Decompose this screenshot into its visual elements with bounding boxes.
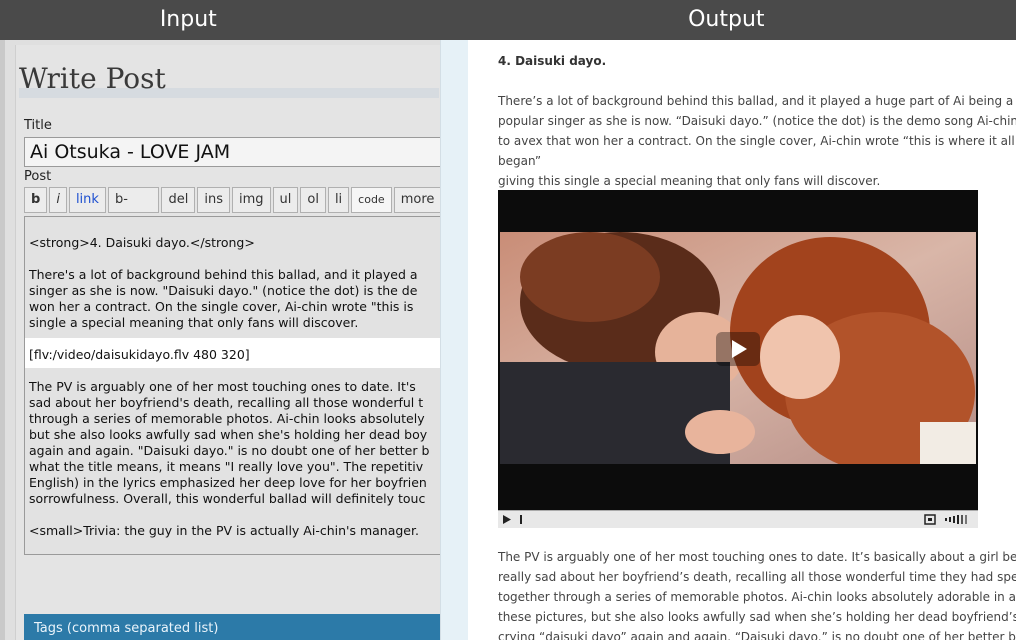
ul-button[interactable]: ul: [272, 187, 299, 213]
output-label: Output: [688, 7, 765, 32]
img-button[interactable]: img: [231, 187, 271, 213]
tags-section-header[interactable]: Tags (comma separated list): [24, 614, 440, 640]
editor-pane: Write Post Title Ai Otsuka - LOVE JAM Po…: [0, 40, 440, 640]
post-heading: 4. Daisuki dayo.: [498, 54, 607, 68]
paragraph-line: together through a series of memorable p…: [498, 590, 1016, 604]
format-toolbar: b i link b-quote del ins img ul ol li co…: [24, 187, 440, 231]
paragraph-line: popular singer as she is now. “Daisuki d…: [498, 114, 1016, 128]
paragraph-2: The PV is arguably one of her most touch…: [498, 547, 1016, 640]
ins-button[interactable]: ins: [197, 187, 230, 213]
italic-button[interactable]: i: [49, 187, 67, 213]
content-line: through a series of memorable photos. Ai…: [29, 411, 425, 426]
content-line: sad about her boyfriend's death, recalli…: [29, 395, 424, 410]
content-line: singer as she is now. "Daisuki dayo." (n…: [29, 283, 418, 298]
fullscreen-icon[interactable]: [924, 514, 936, 525]
content-line: again and again. "Daisuki dayo." is no d…: [29, 443, 430, 458]
input-label: Input: [159, 7, 217, 32]
more-button[interactable]: more: [393, 187, 440, 213]
video-controls: [498, 510, 978, 528]
post-content-textarea[interactable]: <strong>4. Daisuki dayo.</strong> There'…: [24, 216, 440, 555]
content-line: sorrowfulness. Overall, this wonderful b…: [29, 491, 426, 506]
post-label: Post: [24, 169, 52, 184]
paragraph-line: these pictures, but she also looks awful…: [498, 610, 1016, 624]
paragraph-line: The PV is arguably one of her most touch…: [498, 550, 1016, 564]
del-button[interactable]: del: [161, 187, 196, 213]
volume-icon[interactable]: [944, 514, 972, 525]
content-line: what the title means, it means "I really…: [29, 459, 424, 474]
li-button[interactable]: li: [327, 187, 350, 213]
content-line: but she also looks awfully sad when she'…: [29, 427, 428, 442]
blockquote-button[interactable]: b-quote: [107, 187, 160, 231]
title-input[interactable]: Ai Otsuka - LOVE JAM: [24, 137, 440, 167]
code-button[interactable]: code: [351, 187, 392, 213]
paragraph-line: really sad about her boyfriend’s death, …: [498, 570, 1016, 584]
page-title: Write Post: [19, 62, 166, 95]
video-player[interactable]: [498, 190, 978, 528]
play-control-icon[interactable]: [502, 514, 512, 525]
content-line: The PV is arguably one of her most touch…: [29, 379, 416, 394]
paragraph-line: crying “daisuki dayo” again and again. “…: [498, 630, 1016, 640]
content-line: won her a contract. On the single cover,…: [29, 299, 414, 314]
link-button[interactable]: link: [68, 187, 106, 213]
ol-button[interactable]: ol: [300, 187, 326, 213]
paragraph-line: giving this single a special meaning tha…: [498, 174, 881, 188]
content-line: There's a lot of background behind this …: [29, 267, 418, 282]
output-gutter: [440, 40, 468, 640]
content-line: [flv:/video/daisukidayo.flv 480 320]: [29, 347, 250, 362]
paragraph-line: There’s a lot of background behind this …: [498, 94, 1014, 108]
progress-handle[interactable]: [520, 515, 522, 524]
bold-button[interactable]: b: [24, 187, 48, 213]
play-icon[interactable]: [716, 332, 760, 366]
content-line: single a special meaning that only fans …: [29, 315, 359, 330]
paragraph-line: to avex that won her a contract. On the …: [498, 134, 1015, 168]
content-line: English) in the lyrics emphasized her de…: [29, 475, 427, 490]
paragraph-1: There’s a lot of background behind this …: [498, 91, 1016, 191]
output-pane: 4. Daisuki dayo. There’s a lot of backgr…: [468, 40, 1016, 640]
title-label: Title: [24, 118, 52, 133]
content-line: <small>Trivia: the guy in the PV is actu…: [29, 523, 419, 538]
comparison-header: Input Output: [0, 0, 1016, 40]
content-line: <strong>4. Daisuki dayo.</strong>: [29, 235, 255, 250]
